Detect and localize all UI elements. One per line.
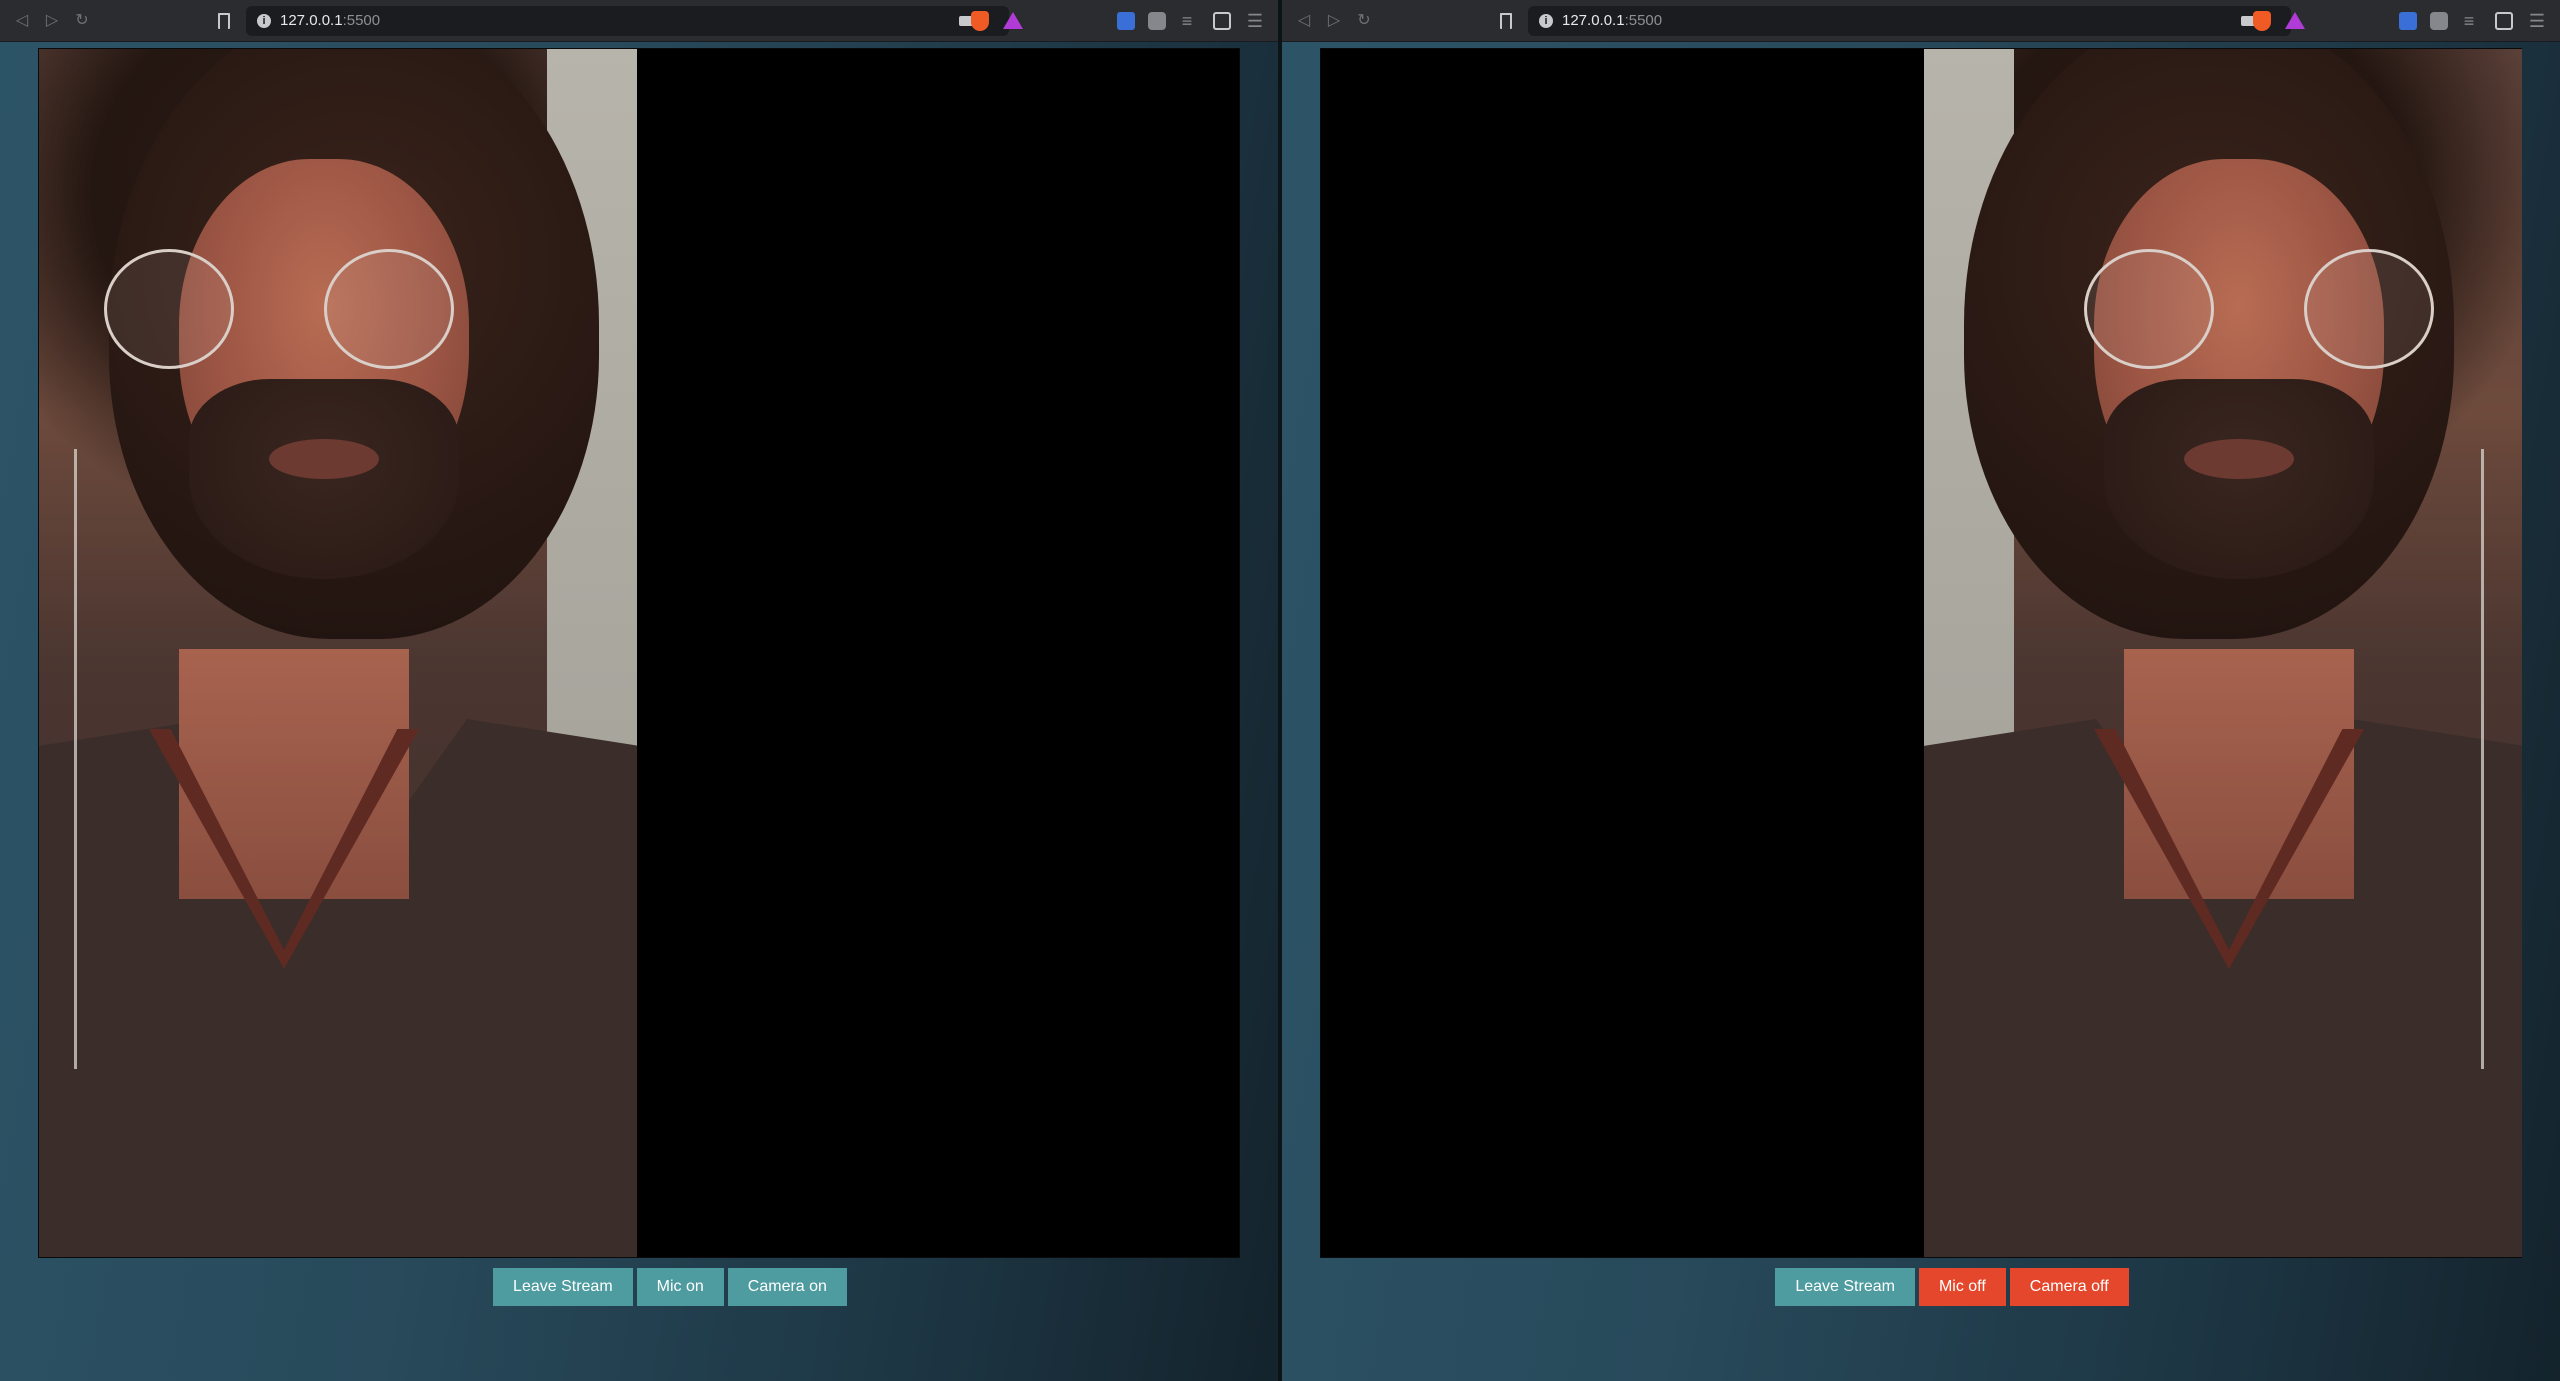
browser-toolbar: ◁ ▷ ↻ i 127.0.0.1:5500 ≡ ☰: [0, 0, 1278, 42]
reload-icon[interactable]: ↻: [1354, 11, 1374, 31]
page-content: Leave Stream Mic off Camera off: [1282, 42, 2560, 1381]
playlist-icon[interactable]: ≡: [1178, 12, 1196, 30]
back-icon[interactable]: ◁: [1294, 11, 1314, 31]
url-port: :5500: [1624, 12, 1663, 29]
extensions-icon[interactable]: [2430, 12, 2448, 30]
url-port: :5500: [342, 12, 381, 29]
stream-controls: Leave Stream Mic off Camera off: [1282, 1268, 2560, 1306]
remote-video-feed: [637, 49, 1238, 1257]
local-video-feed: [1321, 49, 1922, 1257]
menu-icon[interactable]: ☰: [2528, 12, 2546, 30]
remote-video-feed: [1924, 49, 2522, 1257]
brave-rewards-icon[interactable]: [2285, 12, 2305, 29]
page-content: Leave Stream Mic on Camera on: [0, 42, 1278, 1381]
reload-icon[interactable]: ↻: [72, 11, 92, 31]
forward-icon[interactable]: ▷: [1324, 11, 1344, 31]
url-text: 127.0.0.1:5500: [1562, 12, 1662, 30]
menu-icon[interactable]: ☰: [1246, 12, 1264, 30]
site-info-icon[interactable]: i: [257, 14, 271, 28]
extensions-icon[interactable]: [1148, 12, 1166, 30]
bookmark-icon[interactable]: [1500, 13, 1512, 32]
mic-toggle-button[interactable]: Mic off: [1918, 1268, 2006, 1306]
browser-toolbar: ◁ ▷ ↻ i 127.0.0.1:5500 ≡ ☰: [1282, 0, 2560, 42]
url-text: 127.0.0.1:5500: [280, 12, 380, 30]
brave-rewards-icon[interactable]: [1003, 12, 1023, 29]
video-grid: [38, 48, 1240, 1258]
bitwarden-icon[interactable]: [2399, 12, 2417, 30]
url-host: 127.0.0.1: [1562, 12, 1625, 29]
address-bar[interactable]: i 127.0.0.1:5500: [246, 6, 1009, 36]
wallet-icon[interactable]: [2495, 12, 2513, 30]
camera-toggle-button[interactable]: Camera on: [727, 1268, 847, 1306]
mic-toggle-button[interactable]: Mic on: [636, 1268, 724, 1306]
leave-stream-button[interactable]: Leave Stream: [1775, 1268, 1915, 1306]
leave-stream-button[interactable]: Leave Stream: [493, 1268, 633, 1306]
forward-icon[interactable]: ▷: [42, 11, 62, 31]
playlist-icon[interactable]: ≡: [2460, 12, 2478, 30]
video-grid: [1320, 48, 2522, 1258]
desktop: ◁ ▷ ↻ i 127.0.0.1:5500 ≡ ☰ Leave Stream …: [0, 0, 2560, 1381]
site-info-icon[interactable]: i: [1539, 14, 1553, 28]
wallet-icon[interactable]: [1213, 12, 1231, 30]
camera-toggle-button[interactable]: Camera off: [2009, 1268, 2129, 1306]
url-host: 127.0.0.1: [280, 12, 343, 29]
browser-window-right: ◁ ▷ ↻ i 127.0.0.1:5500 ≡ ☰ Leave Stream …: [1280, 0, 2560, 1381]
local-video-feed: [39, 49, 637, 1257]
address-bar[interactable]: i 127.0.0.1:5500: [1528, 6, 2291, 36]
brave-shields-icon[interactable]: [2253, 11, 2271, 31]
bookmark-icon[interactable]: [218, 13, 230, 32]
back-icon[interactable]: ◁: [12, 11, 32, 31]
stream-controls: Leave Stream Mic on Camera on: [0, 1268, 1278, 1306]
brave-shields-icon[interactable]: [971, 11, 989, 31]
bitwarden-icon[interactable]: [1117, 12, 1135, 30]
browser-window-left: ◁ ▷ ↻ i 127.0.0.1:5500 ≡ ☰ Leave Stream …: [0, 0, 1280, 1381]
